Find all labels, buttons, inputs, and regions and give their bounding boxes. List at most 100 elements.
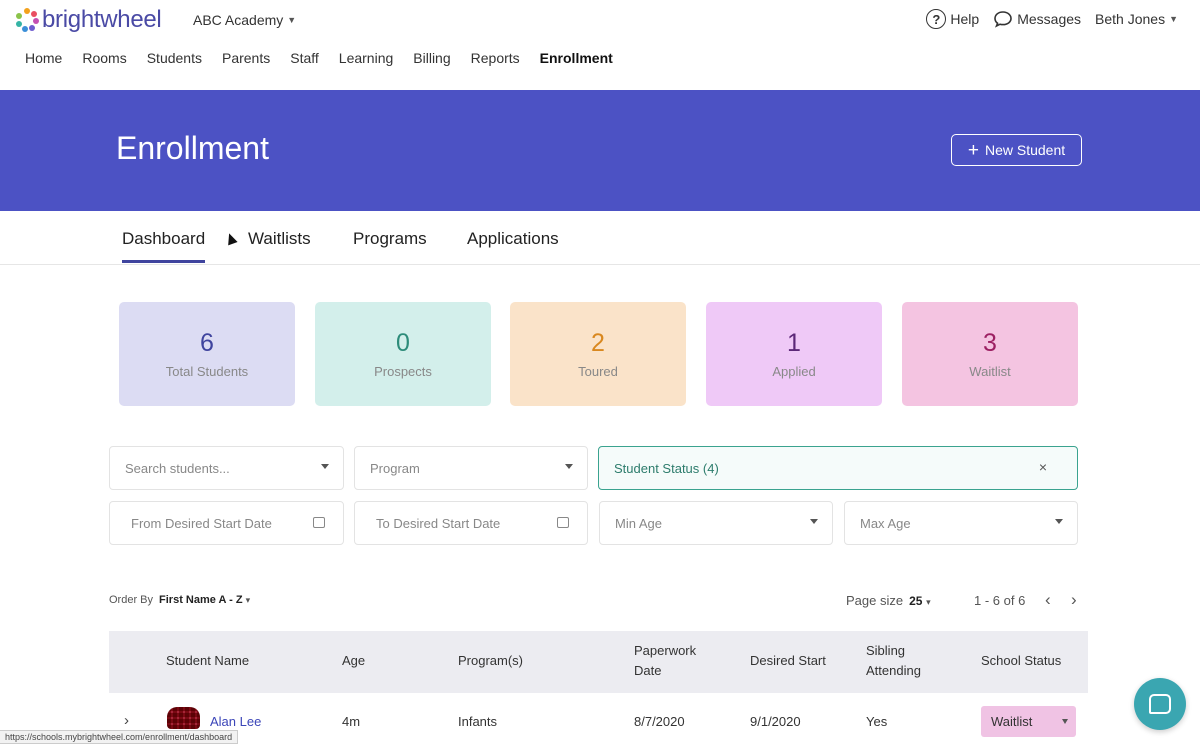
max-age-select[interactable]: Max Age [844, 501, 1078, 545]
top-bar: brightwheel ABC Academy ▼ ? Help Message… [0, 0, 1200, 90]
order-by-value: First Name A - Z [159, 594, 243, 606]
nav-item-reports[interactable]: Reports [471, 50, 520, 66]
calendar-icon [557, 517, 569, 528]
table-row[interactable]: › Alan Lee 4m Infants 8/7/2020 9/1/2020 … [109, 693, 1088, 744]
column-label: Attending [866, 663, 921, 678]
tab-waitlists[interactable]: Waitlists [248, 229, 311, 249]
school-status-value: Waitlist [991, 714, 1033, 729]
student-status-select[interactable]: Student Status (4) × [598, 446, 1078, 490]
chevron-right-icon[interactable]: › [1071, 590, 1077, 610]
page-size-value: 25 [909, 594, 923, 608]
nav-item-students[interactable]: Students [147, 50, 202, 66]
stat-value: 3 [983, 329, 997, 357]
stat-value: 6 [200, 329, 214, 357]
nav-item-staff[interactable]: Staff [290, 50, 319, 66]
stat-card-toured[interactable]: 2 Toured [510, 302, 686, 406]
stat-value: 0 [396, 329, 410, 357]
column-student-name[interactable]: Student Name [166, 651, 249, 671]
to-date-input[interactable]: To Desired Start Date [354, 501, 588, 545]
clear-icon[interactable]: × [1039, 459, 1047, 475]
stat-label: Waitlist [969, 364, 1011, 379]
school-name: ABC Academy [193, 12, 284, 28]
dropdown-caret-icon [321, 464, 329, 469]
school-status-select[interactable]: Waitlist [981, 706, 1076, 737]
nav-item-enrollment[interactable]: Enrollment [540, 50, 613, 66]
program-placeholder: Program [370, 460, 420, 476]
new-student-button[interactable]: + New Student [951, 134, 1082, 166]
stat-card-applied[interactable]: 1 Applied [706, 302, 882, 406]
cell-paperwork-date: 8/7/2020 [634, 714, 685, 729]
page-title: Enrollment [116, 130, 269, 166]
order-by-label: Order By [109, 594, 154, 606]
avatar [167, 707, 200, 729]
dropdown-caret-icon [1062, 719, 1068, 724]
chat-launcher-button[interactable] [1134, 678, 1186, 730]
column-label: Sibling [866, 643, 906, 658]
nav-item-rooms[interactable]: Rooms [82, 50, 126, 66]
nav-item-parents[interactable]: Parents [222, 50, 270, 66]
dropdown-caret-icon [1055, 519, 1063, 524]
program-select[interactable]: Program [354, 446, 588, 490]
tab-dashboard[interactable]: Dashboard [122, 229, 206, 263]
brightwheel-logo[interactable]: brightwheel [14, 6, 162, 34]
search-placeholder: Search students... [125, 460, 230, 476]
enrollment-hero: Enrollment + New Student [0, 90, 1200, 211]
chevron-down-icon: ▾ [245, 595, 251, 605]
column-school-status[interactable]: School Status [981, 651, 1061, 671]
school-switcher[interactable]: ABC Academy ▼ [193, 12, 296, 28]
table-header: Student Name Age Program(s) Paperwork Da… [109, 631, 1088, 693]
column-paperwork-date[interactable]: Paperwork Date [634, 641, 696, 681]
main-nav: Home Rooms Students Parents Staff Learni… [25, 50, 613, 66]
user-menu[interactable]: Beth Jones ▼ [1095, 11, 1178, 27]
tab-applications[interactable]: Applications [467, 229, 559, 249]
chevron-right-icon[interactable]: › [124, 712, 129, 729]
from-date-placeholder: From Desired Start Date [131, 515, 272, 531]
enrollment-tabs: Dashboard Waitlists Programs Application… [0, 211, 1200, 265]
column-label: Date [634, 663, 662, 678]
chevron-left-icon[interactable]: ‹ [1045, 590, 1051, 610]
cell-sibling: Yes [866, 714, 888, 729]
page-size[interactable]: Page size 25 ▾ [846, 593, 931, 608]
plus-icon: + [967, 139, 979, 161]
stat-card-prospects[interactable]: 0 Prospects [315, 302, 491, 406]
column-age[interactable]: Age [342, 651, 365, 671]
new-student-label: New Student [984, 142, 1066, 158]
chevron-down-icon: ▼ [287, 15, 297, 25]
column-desired-start[interactable]: Desired Start [750, 651, 826, 671]
order-by[interactable]: Order By First Name A - Z ▾ [109, 594, 250, 606]
logo-dots-icon [14, 7, 40, 33]
calendar-icon [313, 517, 325, 528]
help-label: Help [950, 11, 980, 27]
student-status-value: Student Status (4) [614, 460, 719, 476]
search-students-select[interactable]: Search students... [109, 446, 344, 490]
nav-item-billing[interactable]: Billing [413, 50, 450, 66]
stat-card-total-students[interactable]: 6 Total Students [119, 302, 295, 406]
from-date-input[interactable]: From Desired Start Date [109, 501, 344, 545]
messages-link[interactable]: Messages [993, 10, 1081, 28]
help-link[interactable]: ? Help [926, 9, 979, 29]
status-url: https://schools.mybrightwheel.com/enroll… [0, 730, 239, 744]
nav-item-home[interactable]: Home [25, 50, 62, 66]
stat-value: 2 [591, 329, 605, 357]
dropdown-caret-icon [810, 519, 818, 524]
chat-icon [1149, 694, 1171, 714]
cell-program: Infants [458, 714, 498, 729]
to-date-placeholder: To Desired Start Date [376, 515, 501, 531]
student-name-link[interactable]: Alan Lee [210, 714, 261, 729]
nav-item-learning[interactable]: Learning [339, 50, 394, 66]
column-label: Paperwork [634, 643, 697, 658]
message-bubble-icon [994, 11, 1013, 28]
stat-card-waitlist[interactable]: 3 Waitlist [902, 302, 1078, 406]
chevron-down-icon: ▾ [926, 597, 931, 607]
tab-programs[interactable]: Programs [353, 229, 427, 249]
user-name: Beth Jones [1095, 11, 1166, 27]
min-age-select[interactable]: Min Age [599, 501, 833, 545]
help-icon: ? [926, 9, 947, 29]
cell-desired-start: 9/1/2020 [750, 714, 801, 729]
column-sibling-attending[interactable]: Sibling Attending [866, 641, 921, 681]
chevron-down-icon: ▼ [1169, 14, 1178, 24]
pagination-range: 1 - 6 of 6 [974, 593, 1026, 608]
column-programs[interactable]: Program(s) [458, 651, 523, 671]
logo-text: brightwheel [42, 6, 162, 33]
dropdown-caret-icon [565, 464, 573, 469]
